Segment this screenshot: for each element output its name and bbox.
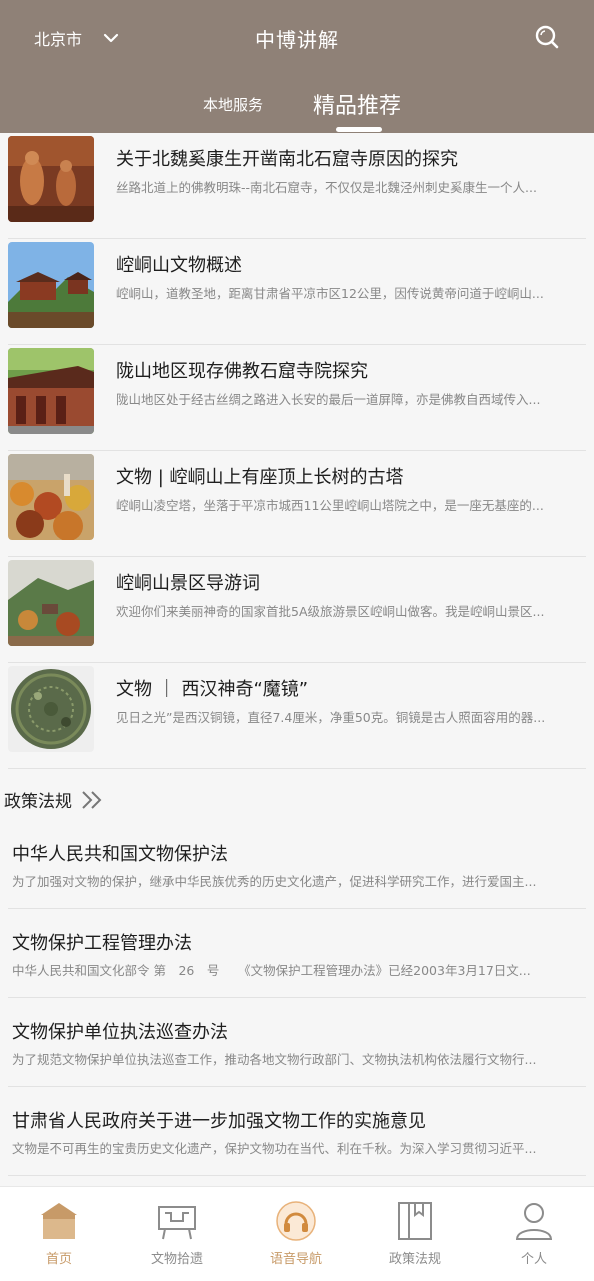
- policy-title: 中华人民共和国文物保护法: [12, 844, 228, 865]
- list-item[interactable]: 文物 ｜ 西汉神奇“魔镜” 见日之光”是西汉铜镜，直径7.4厘米，净重50克。铜…: [8, 663, 586, 769]
- app-title: 中博讲解: [255, 28, 339, 52]
- policy-title: 文物保护单位执法巡查办法: [12, 1022, 228, 1043]
- list-item[interactable]: 文物保护工程管理办法 中华人民共和国文化部令 第 26 号 《文物保护工程管理办…: [8, 909, 586, 998]
- list-item[interactable]: 关于北魏奚康生开凿南北石窟寺原因的探究 丝路北道上的佛教明珠--南北石窟寺，不仅…: [8, 133, 586, 239]
- user-icon: [515, 1203, 553, 1240]
- book-icon: [398, 1202, 432, 1240]
- tab-local-service[interactable]: 本地服务: [203, 94, 263, 115]
- policy-summary: 为了加强对文物的保护，继承中华民族优秀的历史文化遗产，促进科学研究工作，进行爱国…: [12, 874, 537, 889]
- article-title: 文物 | 崆峒山上有座顶上长树的古塔: [116, 467, 404, 488]
- nav-label: 文物拾遗: [150, 1252, 203, 1267]
- artifact-icon: [158, 1206, 196, 1240]
- article-summary: 陇山地区处于经古丝绸之路进入长安的最后一道屏障，亦是佛教自西域传入...: [116, 392, 541, 407]
- cave-temple-thumbnail: [8, 348, 94, 434]
- article-title: 文物 ｜ 西汉神奇“魔镜”: [116, 679, 309, 700]
- article-summary: 见日之光”是西汉铜镜，直径7.4厘米，净重50克。铜镜是古人照面容用的器...: [116, 710, 546, 725]
- article-title: 关于北魏奚康生开凿南北石窟寺原因的探究: [116, 149, 458, 170]
- policy-section-header[interactable]: 政策法规: [4, 787, 106, 812]
- article-list: 关于北魏奚康生开凿南北石窟寺原因的探究 丝路北道上的佛教明珠--南北石窟寺，不仅…: [0, 133, 594, 769]
- article-summary: 崆峒山凌空塔，坐落于平凉市城西11公里崆峒山塔院之中，是一座无基座的...: [116, 498, 544, 513]
- list-item[interactable]: 崆峒山文物概述 崆峒山，道教圣地，距离甘肃省平凉市区12公里，因传说黄帝问道于崆…: [8, 239, 586, 345]
- list-item[interactable]: 文物保护单位执法巡查办法 为了规范文物保护单位执法巡查工作，推动各地文物行政部门…: [8, 998, 586, 1087]
- article-title: 崆峒山景区导游词: [116, 573, 260, 594]
- top-header: 北京市 中博讲解 本地服务 精品推荐: [0, 0, 594, 133]
- tab-featured[interactable]: 精品推荐: [313, 88, 401, 120]
- list-item[interactable]: 甘肃省人民政府关于进一步加强文物工作的实施意见 文物是不可再生的宝贵历史文化遗产…: [8, 1087, 586, 1176]
- nav-home[interactable]: 首页: [0, 1187, 118, 1281]
- article-title: 崆峒山文物概述: [116, 255, 242, 276]
- policy-summary: 为了规范文物保护单位执法巡查工作，推动各地文物行政部门、文物执法机构依法履行文物…: [12, 1052, 537, 1067]
- bottom-nav: 首页 文物拾遗 语音导航 政策法规 个人: [0, 1186, 594, 1281]
- nav-label: 政策法规: [388, 1252, 441, 1267]
- grotto-buddha-thumbnail: [8, 136, 94, 222]
- nav-label: 首页: [45, 1252, 72, 1267]
- article-summary: 欢迎你们来美丽神奇的国家首批5A级旅游景区崆峒山做客。我是崆峒山景区...: [116, 604, 545, 619]
- nav-audio-guide[interactable]: 语音导航: [237, 1187, 355, 1281]
- nav-label: 个人: [520, 1252, 547, 1267]
- list-item[interactable]: 崆峒山景区导游词 欢迎你们来美丽神奇的国家首批5A级旅游景区崆峒山做客。我是崆峒…: [8, 557, 586, 663]
- policy-list: 中华人民共和国文物保护法 为了加强对文物的保护，继承中华民族优秀的历史文化遗产，…: [0, 820, 594, 1176]
- policy-title: 甘肃省人民政府关于进一步加强文物工作的实施意见: [12, 1111, 426, 1132]
- list-item[interactable]: 文物 | 崆峒山上有座顶上长树的古塔 崆峒山凌空塔，坐落于平凉市城西11公里崆峒…: [8, 451, 586, 557]
- active-tab-indicator: [336, 127, 382, 132]
- nav-policy[interactable]: 政策法规: [356, 1187, 474, 1281]
- search-icon[interactable]: [534, 24, 560, 50]
- list-item[interactable]: 中华人民共和国文物保护法 为了加强对文物的保护，继承中华民族优秀的历史文化遗产，…: [8, 820, 586, 909]
- autumn-mountain-thumbnail: [8, 454, 94, 540]
- headphones-icon: [276, 1201, 316, 1241]
- list-item[interactable]: 陇山地区现存佛教石窟寺院探究 陇山地区处于经古丝绸之路进入长安的最后一道屏障，亦…: [8, 345, 586, 451]
- nav-label: 语音导航: [269, 1252, 322, 1267]
- bronze-mirror-thumbnail: [8, 666, 94, 752]
- section-title: 政策法规: [4, 792, 72, 812]
- home-icon: [41, 1203, 77, 1239]
- article-title: 陇山地区现存佛教石窟寺院探究: [116, 361, 368, 382]
- article-summary: 崆峒山，道教圣地，距离甘肃省平凉市区12公里，因传说黄帝问道于崆峒山...: [116, 286, 544, 301]
- nav-profile[interactable]: 个人: [475, 1187, 593, 1281]
- article-summary: 丝路北道上的佛教明珠--南北石窟寺，不仅仅是北魏泾州刺史奚康生一个人...: [116, 180, 537, 195]
- policy-summary: 文物是不可再生的宝贵历史文化遗产，保护文物功在当代、利在千秋。为深入学习贯彻习近…: [12, 1141, 537, 1156]
- nav-artifacts[interactable]: 文物拾遗: [118, 1187, 236, 1281]
- policy-summary: 中华人民共和国文化部令 第 26 号 《文物保护工程管理办法》已经2003年3月…: [12, 963, 531, 978]
- scenic-area-thumbnail: [8, 560, 94, 646]
- temple-mountain-thumbnail: [8, 242, 94, 328]
- double-chevron-right-icon: [82, 790, 102, 809]
- policy-title: 文物保护工程管理办法: [12, 933, 192, 954]
